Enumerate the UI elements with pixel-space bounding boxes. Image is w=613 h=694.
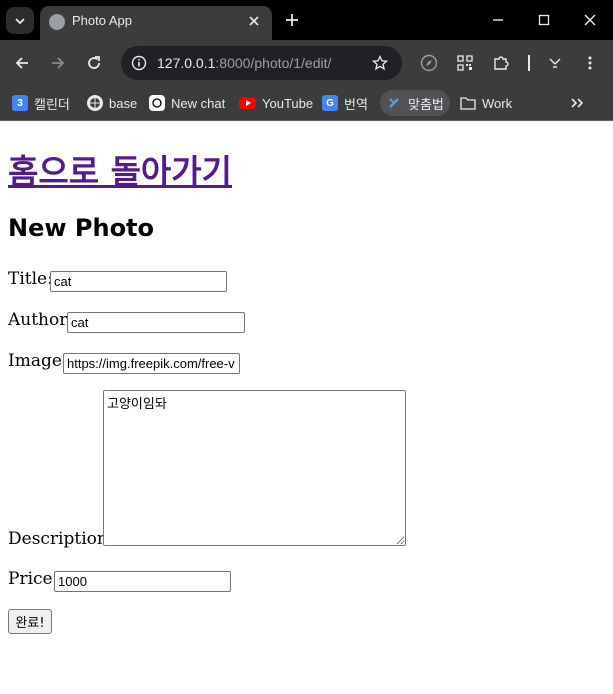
description-textarea[interactable]: 고양이임돠 [103,390,406,546]
close-icon [584,14,596,26]
bookmark-label: base [109,95,138,111]
bookmark-folder-work[interactable]: Work [454,90,518,116]
page-content: 홈으로 돌아가기 New Photo Title: Author: Image:… [0,121,613,694]
description-label: Description: [8,529,114,549]
puzzle-icon [494,56,509,70]
back-button[interactable] [8,49,36,77]
bookmark-star-button[interactable] [368,51,392,75]
menu-button[interactable] [578,51,602,75]
globe-icon [49,14,65,30]
double-chevron-right-icon [571,98,584,108]
tab-search-button[interactable] [6,7,34,34]
bookmark-label: Work [482,95,513,111]
minimize-button[interactable] [478,6,518,34]
url-text: 127.0.0.1:8000/photo/1/edit/ [157,55,331,71]
author-input[interactable] [67,312,245,333]
maximize-button[interactable] [524,6,564,34]
page-title: New Photo [8,214,155,242]
profile-icon [549,58,561,68]
more-vertical-icon [588,56,592,70]
close-icon [249,16,259,26]
forward-arrow-icon [52,57,65,69]
more-bookmarks-button[interactable] [565,91,589,115]
bookmark-label: New chat [171,95,226,111]
url-host: 127.0.0.1 [157,55,216,71]
extension-qr-button[interactable] [453,51,477,75]
chevron-down-icon [15,17,25,24]
tab-title: Photo App [72,13,132,28]
author-label: Author: [8,310,74,330]
bookmark-calendar[interactable]: 3 캘린더 [6,90,76,116]
minimize-icon [493,19,503,21]
new-tab-button[interactable] [280,8,304,32]
home-link[interactable]: 홈으로 돌아가기 [8,145,232,193]
reload-icon [88,56,100,69]
site-info-button[interactable] [127,51,151,75]
forward-button[interactable] [44,49,72,77]
address-bar[interactable]: 127.0.0.1:8000/photo/1/edit/ [121,46,402,80]
url-path: :8000/photo/1/edit/ [215,55,332,71]
maximize-icon [538,14,550,26]
submit-button[interactable]: 완료! [8,609,52,634]
tab-strip: Photo App [0,0,613,40]
extension-compass-button[interactable] [417,51,441,75]
bookmark-base[interactable]: base [81,90,143,116]
image-url-input[interactable] [63,353,240,374]
toolbar-divider [528,55,530,71]
plus-icon [286,14,298,26]
bookmark-spellcheck[interactable]: 맞춤법 [380,90,450,116]
youtube-icon [239,97,256,109]
extensions-button[interactable] [489,51,513,75]
bookmark-label: 맞춤법 [408,96,444,112]
bookmark-label: 번역 [344,96,368,112]
active-tab[interactable]: Photo App [40,6,272,40]
compass-icon [420,54,438,72]
price-label: Price: [8,569,59,589]
bookmarks-bar: 3 캘린더 base New chat YouTube G 번역 맞춤법 Wor… [0,86,613,120]
folder-icon [460,95,476,111]
close-window-button[interactable] [570,6,610,34]
bookmark-translate[interactable]: G 번역 [316,90,374,116]
calendar-icon: 3 [12,95,28,111]
chatgpt-icon [149,95,165,111]
reload-button[interactable] [80,49,108,77]
close-tab-button[interactable] [244,11,264,31]
back-arrow-icon [15,57,28,69]
translate-icon: G [322,95,338,111]
bookmark-label: 캘린더 [34,96,70,112]
bookmark-new-chat[interactable]: New chat [143,90,231,116]
info-icon [131,55,147,71]
title-label: Title: [8,269,53,289]
title-input[interactable] [50,271,227,292]
price-input[interactable] [54,571,231,592]
bookmark-label: YouTube [262,95,314,111]
bookmark-youtube[interactable]: YouTube [233,90,319,116]
star-icon [372,55,388,71]
image-label: Image: [8,351,68,371]
qr-code-icon [457,55,473,71]
profile-button[interactable] [543,51,567,75]
browser-toolbar: 127.0.0.1:8000/photo/1/edit/ [0,40,613,86]
spellcheck-icon [386,95,402,111]
globe-icon [87,95,103,111]
